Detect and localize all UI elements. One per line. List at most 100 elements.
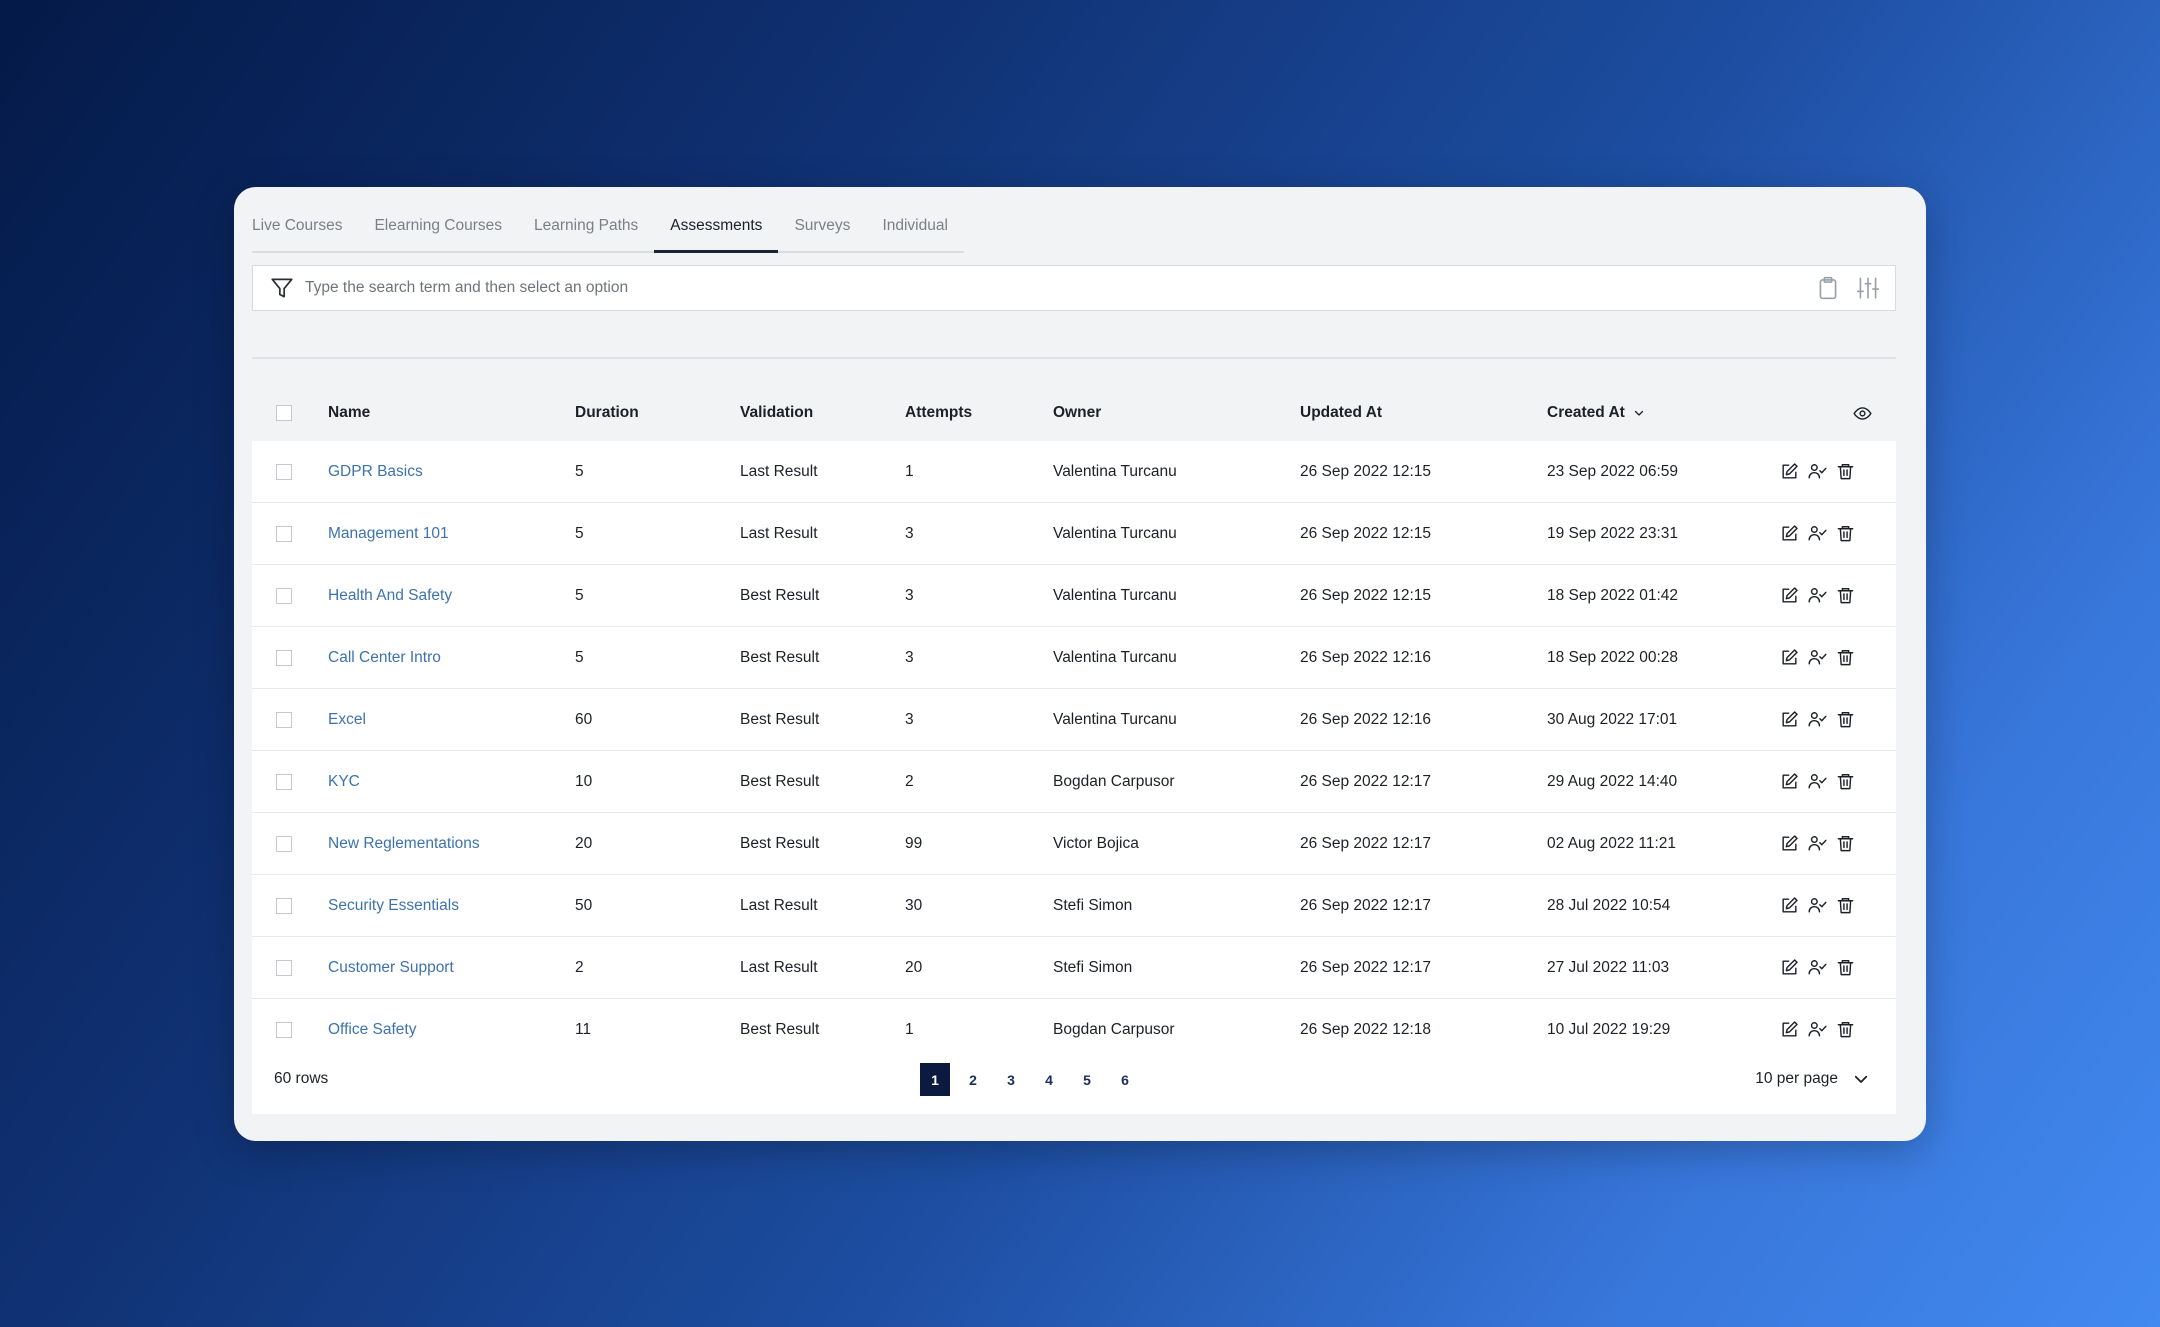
assign-user-icon[interactable]: [1808, 958, 1827, 977]
trash-icon[interactable]: [1836, 524, 1855, 543]
assign-user-icon[interactable]: [1808, 648, 1827, 667]
page-5-button[interactable]: 5: [1072, 1063, 1102, 1096]
assessment-name-link[interactable]: Office Safety: [328, 1021, 416, 1038]
page-3-button[interactable]: 3: [996, 1063, 1026, 1096]
trash-icon[interactable]: [1836, 1020, 1855, 1039]
assessment-name-link[interactable]: New Reglementations: [328, 835, 480, 852]
validation-cell: Best Result: [740, 834, 820, 852]
assessment-name-link[interactable]: Management 101: [328, 525, 449, 542]
assessment-name-link[interactable]: Security Essentials: [328, 897, 459, 914]
column-header-owner[interactable]: Owner: [1053, 404, 1300, 422]
row-checkbox[interactable]: [276, 525, 292, 542]
updated-at-cell: 26 Sep 2022 12:17: [1300, 834, 1432, 852]
assessment-name-link[interactable]: Excel: [328, 711, 366, 728]
column-header-attempts[interactable]: Attempts: [905, 404, 1053, 422]
assign-user-icon[interactable]: [1808, 586, 1827, 605]
attempts-cell: 2: [905, 772, 914, 790]
column-header-updated-at[interactable]: Updated At: [1300, 404, 1547, 422]
column-header-duration[interactable]: Duration: [575, 404, 740, 422]
eye-icon[interactable]: [1853, 404, 1872, 423]
rows-count: 60 rows: [274, 1070, 329, 1087]
assessments-panel: Live Courses Elearning Courses Learning …: [234, 187, 1926, 1141]
tab-surveys[interactable]: Surveys: [778, 201, 866, 251]
trash-icon[interactable]: [1836, 958, 1855, 977]
edit-icon[interactable]: [1780, 462, 1799, 481]
trash-icon[interactable]: [1836, 834, 1855, 853]
trash-icon[interactable]: [1836, 896, 1855, 915]
edit-icon[interactable]: [1780, 958, 1799, 977]
created-at-cell: 18 Sep 2022 01:42: [1547, 586, 1679, 604]
assign-user-icon[interactable]: [1808, 462, 1827, 481]
sliders-icon[interactable]: [1855, 275, 1881, 301]
trash-icon[interactable]: [1836, 648, 1855, 667]
row-checkbox[interactable]: [276, 711, 292, 728]
row-checkbox[interactable]: [276, 835, 292, 852]
assign-user-icon[interactable]: [1808, 1020, 1827, 1039]
edit-icon[interactable]: [1780, 710, 1799, 729]
select-all-checkbox[interactable]: [276, 405, 292, 421]
tab-learning-paths[interactable]: Learning Paths: [518, 201, 654, 251]
updated-at-cell: 26 Sep 2022 12:15: [1300, 462, 1432, 480]
page-1-button[interactable]: 1: [920, 1063, 950, 1096]
page-2-button[interactable]: 2: [958, 1063, 988, 1096]
per-page-select[interactable]: 10 per page: [1755, 1070, 1870, 1088]
assign-user-icon[interactable]: [1808, 710, 1827, 729]
edit-icon[interactable]: [1780, 586, 1799, 605]
table-row: GDPR Basics 5 Last Result 1 Valentina Turcan…: [252, 441, 1896, 503]
row-actions: [1780, 710, 1896, 729]
trash-icon[interactable]: [1836, 586, 1855, 605]
created-at-cell: 19 Sep 2022 23:31: [1547, 524, 1679, 542]
row-checkbox[interactable]: [276, 463, 292, 480]
created-at-cell: 18 Sep 2022 00:28: [1547, 648, 1679, 666]
edit-icon[interactable]: [1780, 834, 1799, 853]
edit-icon[interactable]: [1780, 896, 1799, 915]
per-page-label: 10 per page: [1755, 1070, 1838, 1087]
edit-icon[interactable]: [1780, 648, 1799, 667]
column-header-validation[interactable]: Validation: [740, 404, 905, 422]
row-checkbox[interactable]: [276, 1021, 292, 1038]
tab-elearning-courses[interactable]: Elearning Courses: [358, 201, 518, 251]
assign-user-icon[interactable]: [1808, 896, 1827, 915]
validation-cell: Best Result: [740, 772, 820, 790]
updated-at-cell: 26 Sep 2022 12:17: [1300, 896, 1432, 914]
assign-user-icon[interactable]: [1808, 772, 1827, 791]
clipboard-icon[interactable]: [1815, 275, 1841, 301]
assessment-name-link[interactable]: Call Center Intro: [328, 649, 441, 666]
filter-icon[interactable]: [269, 275, 295, 301]
assessment-name-link[interactable]: Customer Support: [328, 959, 454, 976]
validation-cell: Best Result: [740, 710, 820, 728]
trash-icon[interactable]: [1836, 772, 1855, 791]
page-4-button[interactable]: 4: [1034, 1063, 1064, 1096]
row-checkbox[interactable]: [276, 587, 292, 604]
updated-at-cell: 26 Sep 2022 12:18: [1300, 1020, 1432, 1038]
row-checkbox[interactable]: [276, 649, 292, 666]
assessment-name-link[interactable]: KYC: [328, 773, 360, 790]
assessment-name-link[interactable]: GDPR Basics: [328, 463, 423, 480]
column-header-name[interactable]: Name: [328, 404, 575, 422]
search-input[interactable]: [303, 278, 1815, 298]
assign-user-icon[interactable]: [1808, 834, 1827, 853]
edit-icon[interactable]: [1780, 1020, 1799, 1039]
owner-cell: Valentina Turcanu: [1053, 648, 1177, 666]
row-actions: [1780, 896, 1896, 915]
table-row: Health And Safety 5 Best Result 3 Valentina …: [252, 565, 1896, 627]
trash-icon[interactable]: [1836, 710, 1855, 729]
created-at-cell: 30 Aug 2022 17:01: [1547, 710, 1678, 728]
trash-icon[interactable]: [1836, 462, 1855, 481]
row-checkbox[interactable]: [276, 773, 292, 790]
column-header-created-at[interactable]: Created At: [1547, 404, 1780, 422]
edit-icon[interactable]: [1780, 772, 1799, 791]
tab-assessments[interactable]: Assessments: [654, 201, 779, 253]
created-at-cell: 02 Aug 2022 11:21: [1547, 834, 1677, 852]
row-checkbox[interactable]: [276, 959, 292, 976]
page-6-button[interactable]: 6: [1110, 1063, 1140, 1096]
created-at-cell: 23 Sep 2022 06:59: [1547, 462, 1679, 480]
row-checkbox[interactable]: [276, 897, 292, 914]
updated-at-cell: 26 Sep 2022 12:16: [1300, 710, 1432, 728]
tab-individual[interactable]: Individual: [866, 201, 964, 251]
assessment-name-link[interactable]: Health And Safety: [328, 587, 452, 604]
validation-cell: Last Result: [740, 896, 818, 914]
tab-live-courses[interactable]: Live Courses: [252, 201, 358, 251]
assign-user-icon[interactable]: [1808, 524, 1827, 543]
edit-icon[interactable]: [1780, 524, 1799, 543]
